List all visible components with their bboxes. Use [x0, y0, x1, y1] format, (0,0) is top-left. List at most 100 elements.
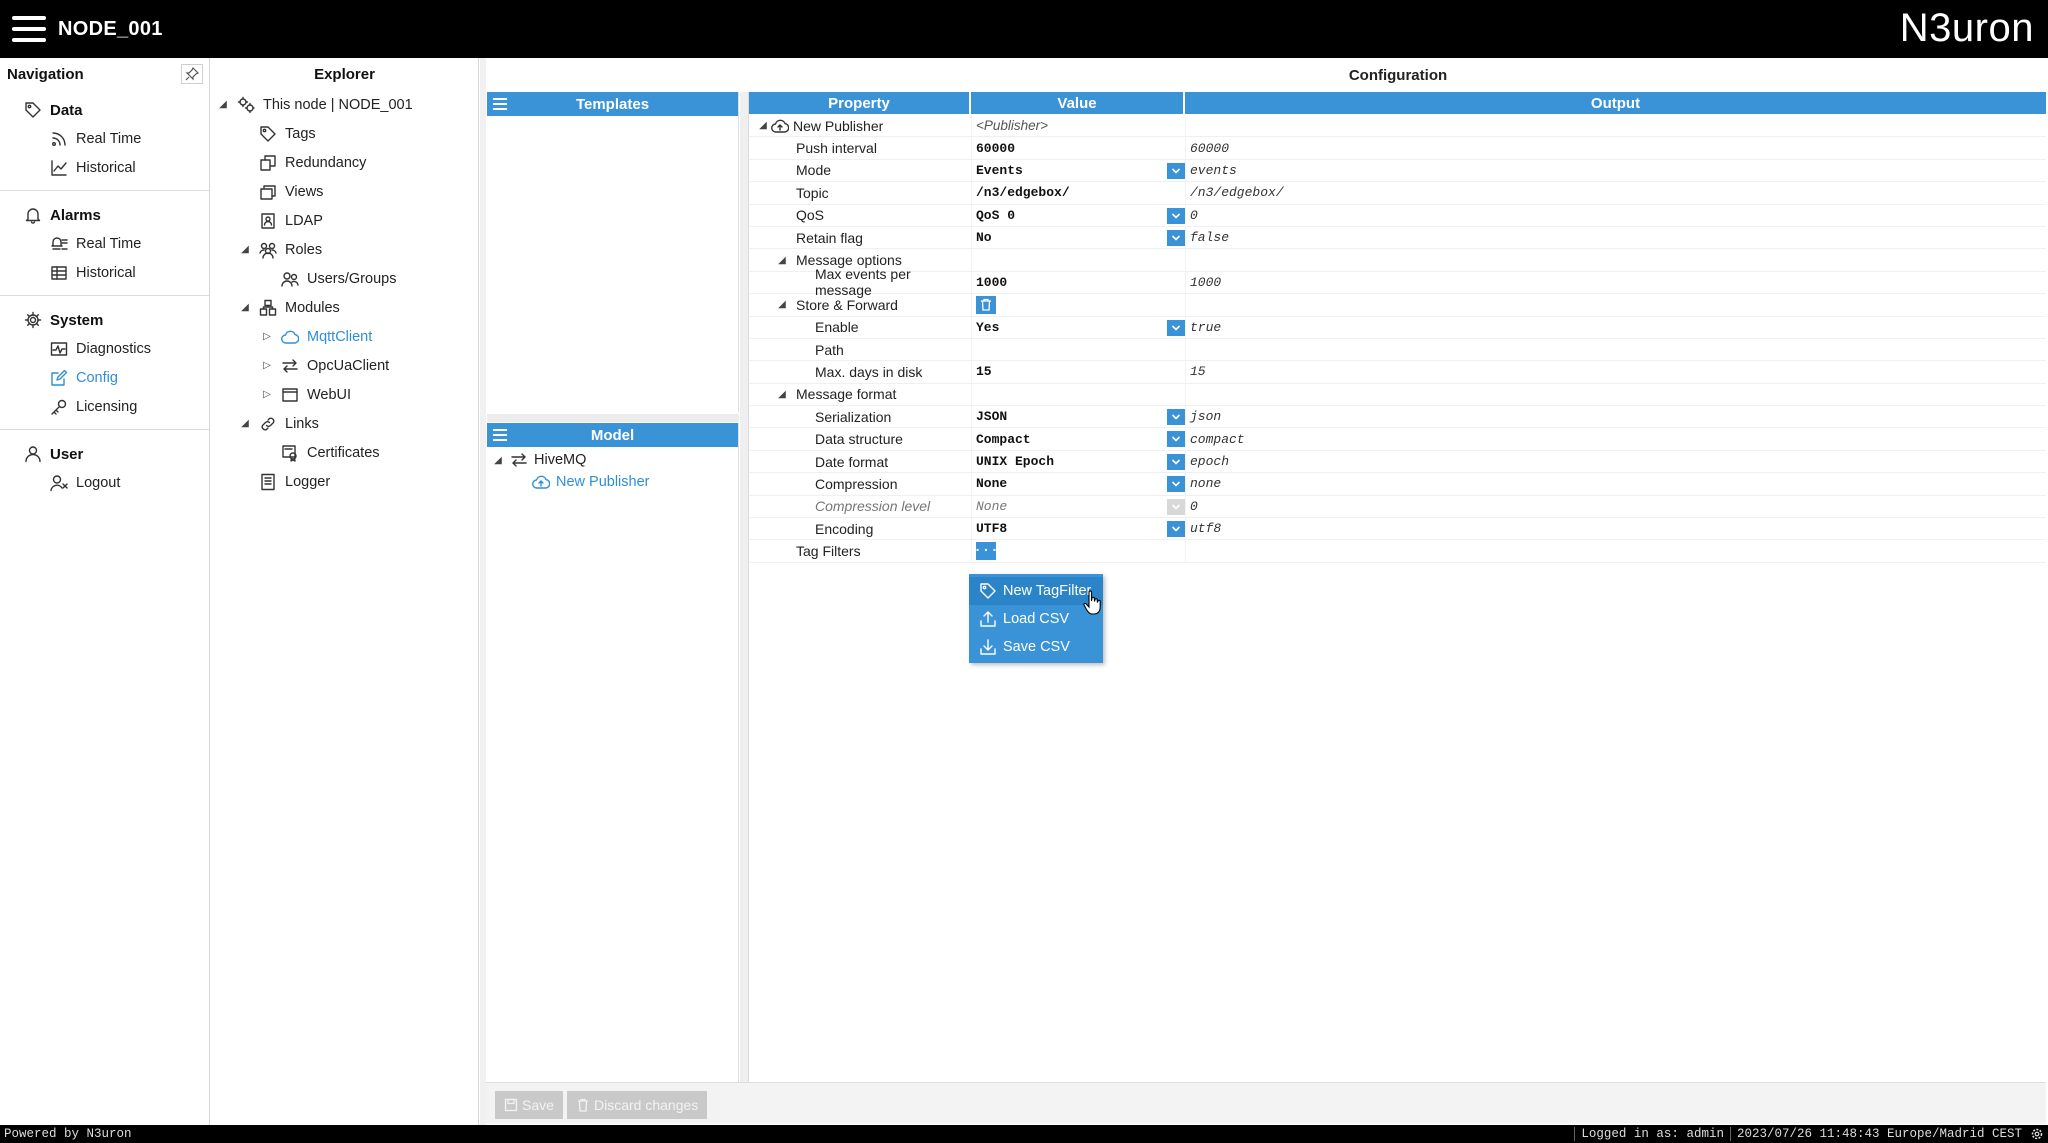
- value-text[interactable]: UTF8: [976, 521, 1007, 536]
- explorer-item-ldap[interactable]: LDAP: [211, 206, 478, 235]
- value-text[interactable]: Yes: [976, 320, 999, 335]
- navigation-panel: Navigation Data Real Time Historical Alarms…: [0, 58, 210, 1125]
- expand-toggle-icon[interactable]: ◢: [238, 244, 252, 255]
- expand-toggle-icon[interactable]: ▷: [260, 331, 274, 342]
- explorer-item-tags[interactable]: Tags: [211, 119, 478, 148]
- menu-item-save-csv[interactable]: Save CSV: [969, 633, 1103, 661]
- value-cell[interactable]: 1000: [971, 271, 1185, 294]
- dropdown-chevron-icon[interactable]: [1167, 476, 1185, 493]
- nav-item-system-config[interactable]: Config: [0, 363, 209, 392]
- nav-item-system-diagnostics[interactable]: Diagnostics: [0, 334, 209, 363]
- value-cell[interactable]: UTF8: [971, 518, 1185, 540]
- nav-group-label: User: [50, 445, 84, 463]
- nav-item-data-historical[interactable]: Historical: [0, 153, 209, 182]
- nav-item-system-licensing[interactable]: Licensing: [0, 392, 209, 421]
- model-item-new-publisher[interactable]: New Publisher: [487, 471, 738, 493]
- gear-icon: [22, 310, 44, 330]
- expand-toggle-icon[interactable]: ◢: [238, 302, 252, 313]
- expand-toggle-icon[interactable]: ◢: [238, 418, 252, 429]
- panel-divider[interactable]: [480, 58, 486, 1125]
- value-cell[interactable]: Compact: [971, 428, 1185, 450]
- expand-toggle-icon[interactable]: ◢: [776, 389, 788, 400]
- line-chart-icon: [48, 158, 70, 178]
- expand-toggle-icon[interactable]: ◢: [491, 455, 505, 466]
- expand-toggle-icon[interactable]: ◢: [776, 299, 788, 310]
- explorer-item-redundancy[interactable]: Redundancy: [211, 148, 478, 177]
- expand-toggle-icon[interactable]: ▷: [260, 389, 274, 400]
- arrows-icon: [278, 356, 302, 376]
- explorer-item-logger[interactable]: Logger: [211, 467, 478, 496]
- explorer-item-this-node-node-001[interactable]: ◢ This node | NODE_001: [211, 90, 478, 119]
- property-label: Compression level: [815, 498, 931, 515]
- explorer-panel: Explorer ◢ This node | NODE_001 Tags Redund…: [211, 58, 479, 1125]
- value-text[interactable]: No: [976, 230, 992, 245]
- value-cell[interactable]: Events: [971, 159, 1185, 182]
- explorer-item-label: Certificates: [307, 444, 380, 461]
- expand-toggle-icon[interactable]: ◢: [776, 255, 788, 266]
- panel-divider[interactable]: [740, 92, 748, 1082]
- splitter-handle[interactable]: [487, 414, 739, 422]
- save-button[interactable]: Save: [495, 1091, 563, 1119]
- value-cell[interactable]: 15: [971, 361, 1185, 383]
- value-text[interactable]: UNIX Epoch: [976, 454, 1054, 469]
- nav-item-user-logout[interactable]: Logout: [0, 468, 209, 497]
- explorer-item-opcuaclient[interactable]: ▷ OpcUaClient: [211, 351, 478, 380]
- value-cell[interactable]: UNIX Epoch: [971, 450, 1185, 473]
- dropdown-chevron-icon[interactable]: [1167, 409, 1185, 426]
- value-cell[interactable]: [971, 338, 1185, 361]
- explorer-item-mqttclient[interactable]: ▷ MqttClient: [211, 322, 478, 351]
- explorer-item-webui[interactable]: ▷ WebUI: [211, 380, 478, 409]
- pin-icon[interactable]: [181, 64, 203, 84]
- value-cell[interactable]: /n3/edgebox/: [971, 182, 1185, 204]
- dropdown-chevron-icon[interactable]: [1167, 207, 1185, 224]
- value-text[interactable]: Events: [976, 163, 1023, 178]
- value-text[interactable]: Compact: [976, 432, 1031, 447]
- nav-item-alarms-real-time[interactable]: Real Time: [0, 229, 209, 258]
- value-cell[interactable]: Yes: [971, 316, 1185, 338]
- nav-item-alarms-historical[interactable]: Historical: [0, 258, 209, 287]
- config-row-data-structure: Data structure Compact compact: [749, 428, 2046, 451]
- explorer-item-modules[interactable]: ◢ Modules: [211, 293, 478, 322]
- explorer-item-certificates[interactable]: Certificates: [211, 438, 478, 467]
- explorer-item-roles[interactable]: ◢ Roles: [211, 235, 478, 264]
- dropdown-chevron-icon[interactable]: [1167, 521, 1185, 538]
- value-text[interactable]: QoS 0: [976, 208, 1015, 223]
- value-cell[interactable]: 60000: [971, 137, 1185, 159]
- output-cell: events: [1185, 159, 2046, 182]
- value-text[interactable]: 1000: [976, 275, 1007, 290]
- explorer-item-users-groups[interactable]: Users/Groups: [211, 264, 478, 293]
- property-label: Retain flag: [796, 229, 863, 246]
- value-text[interactable]: JSON: [976, 409, 1007, 424]
- expand-toggle-icon[interactable]: ▷: [260, 360, 274, 371]
- explorer-item-links[interactable]: ◢ Links: [211, 409, 478, 438]
- value-text[interactable]: None: [976, 476, 1007, 491]
- more-options-button[interactable]: ···: [973, 542, 999, 561]
- dropdown-chevron-icon[interactable]: [1167, 453, 1185, 470]
- value-cell[interactable]: QoS 0: [971, 204, 1185, 226]
- nav-item-data-real-time[interactable]: Real Time: [0, 124, 209, 153]
- expand-toggle-icon[interactable]: ◢: [757, 120, 769, 131]
- value-text[interactable]: 15: [976, 364, 992, 379]
- dropdown-chevron-icon[interactable]: [1167, 229, 1185, 246]
- value-text[interactable]: /n3/edgebox/: [976, 185, 1070, 200]
- output-text: none: [1190, 476, 1222, 492]
- action-bar: Save Discard changes: [486, 1082, 2046, 1124]
- hamburger-menu-icon[interactable]: [12, 14, 46, 44]
- value-text[interactable]: 60000: [976, 141, 1015, 156]
- value-cell[interactable]: None: [971, 473, 1185, 495]
- expand-toggle-icon[interactable]: ◢: [216, 99, 230, 110]
- model-menu-icon[interactable]: [493, 429, 507, 441]
- value-cell[interactable]: No: [971, 226, 1185, 249]
- dropdown-chevron-icon[interactable]: [1167, 431, 1185, 448]
- delete-section-button[interactable]: [976, 295, 996, 314]
- nav-item-label: Historical: [76, 264, 136, 281]
- settings-gear-icon[interactable]: [2030, 1127, 2044, 1141]
- model-item-hivemq[interactable]: ◢ HiveMQ: [487, 449, 738, 471]
- dropdown-chevron-icon[interactable]: [1167, 319, 1185, 336]
- value-cell[interactable]: JSON: [971, 406, 1185, 428]
- dropdown-chevron-icon[interactable]: [1167, 162, 1185, 179]
- templates-menu-icon[interactable]: [493, 98, 507, 110]
- output-cell: [1185, 115, 2046, 137]
- discard-changes-button[interactable]: Discard changes: [567, 1091, 708, 1119]
- explorer-item-views[interactable]: Views: [211, 177, 478, 206]
